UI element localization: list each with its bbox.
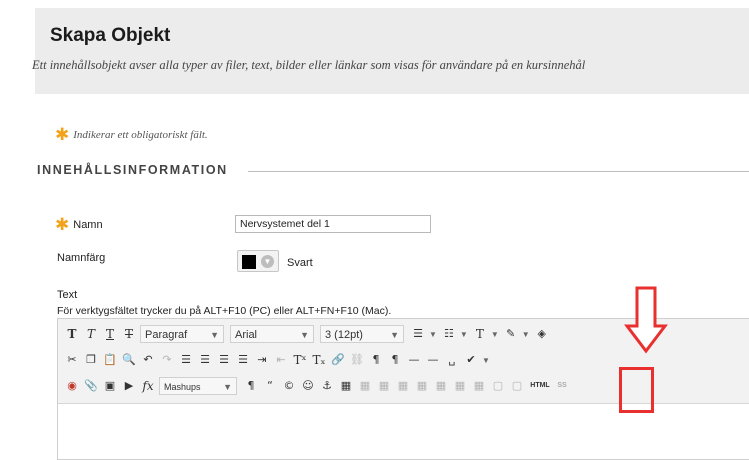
- text-color-icon[interactable]: T: [472, 325, 488, 343]
- section-title: INNEHÅLLSINFORMATION: [37, 163, 228, 177]
- table-cell-icon[interactable]: ▢: [490, 377, 506, 395]
- copy-icon[interactable]: ❐: [83, 351, 99, 369]
- mashups-select-value: Mashups: [164, 382, 201, 392]
- font-size-select[interactable]: 3 (12pt) ▼: [320, 325, 404, 343]
- html-button[interactable]: HTML: [528, 377, 552, 395]
- anchor-icon[interactable]: ⚓: [319, 377, 335, 395]
- text-label: Text: [57, 289, 78, 301]
- horizontal-rule-icon[interactable]: —: [406, 351, 422, 369]
- align-center-icon[interactable]: ☰: [197, 351, 213, 369]
- name-label: ✱ Namn: [55, 215, 103, 235]
- name-color-label: Namnfärg: [57, 252, 106, 264]
- table-props-icon[interactable]: ▦: [357, 377, 373, 395]
- required-note-text: Indikerar ett obligatoriskt fält.: [73, 129, 208, 141]
- redo-icon[interactable]: ↷: [159, 351, 175, 369]
- outdent-icon[interactable]: ⇤: [273, 351, 289, 369]
- chevron-down-icon[interactable]: ▼: [429, 330, 437, 339]
- spellcheck-icon[interactable]: ✔: [463, 351, 479, 369]
- font-size-select-value: 3 (12pt): [325, 329, 363, 341]
- paragraph-mark-icon[interactable]: ¶: [243, 377, 259, 395]
- name-input[interactable]: [235, 215, 431, 233]
- font-select-value: Arial: [235, 329, 258, 341]
- name-label-text: Namn: [73, 219, 103, 231]
- required-field-note: ✱ Indikerar ett obligatoriskt fält.: [55, 125, 208, 145]
- find-icon[interactable]: 🔍: [121, 351, 137, 369]
- table-insert-col-icon[interactable]: ▦: [414, 377, 430, 395]
- cut-icon[interactable]: ✂: [64, 351, 80, 369]
- page-title: Skapa Objekt: [50, 25, 171, 46]
- unlink-icon[interactable]: ⛓: [349, 351, 365, 369]
- required-star-icon: ✱: [55, 215, 70, 235]
- table-delete-col-icon[interactable]: ▦: [433, 377, 449, 395]
- down-arrow-icon: [624, 286, 668, 354]
- image-icon[interactable]: ▣: [102, 377, 118, 395]
- underline-icon[interactable]: T: [102, 325, 118, 343]
- required-star-icon: ✱: [55, 125, 70, 145]
- emoticon-icon[interactable]: ☺: [300, 377, 316, 395]
- ltr-icon[interactable]: ¶: [368, 351, 384, 369]
- eraser-icon[interactable]: ◈: [534, 325, 550, 343]
- indent-icon[interactable]: ⇥: [254, 351, 270, 369]
- chevron-down-icon: ▼: [300, 330, 309, 340]
- nonbreaking-space-icon[interactable]: ␣: [444, 351, 460, 369]
- toolbar-row-3: ◉ 📎 ▣ ▶ fx Mashups ▼ ¶ “ © ☺ ⚓ ▦ ▦ ▦ ▦ ▦ …: [64, 375, 572, 397]
- numbered-list-icon[interactable]: ☷: [441, 325, 457, 343]
- highlight-pen-icon[interactable]: ✎: [503, 325, 519, 343]
- highlight-box: [619, 367, 654, 413]
- chevron-down-icon[interactable]: ▼: [460, 330, 468, 339]
- line-icon[interactable]: —: [425, 351, 441, 369]
- toolbar-hint: För verktygsfältet trycker du på ALT+F10…: [57, 305, 392, 317]
- formula-icon[interactable]: fx: [140, 377, 156, 395]
- align-justify-icon[interactable]: ☰: [235, 351, 251, 369]
- italic-icon[interactable]: T: [83, 325, 99, 343]
- toolbar-row-2: ✂ ❐ 📋 🔍 ↶ ↷ ☰ ☰ ☰ ☰ ⇥ ⇤ Tˣ Tₓ 🔗 ⛓ ¶ ¶ — …: [64, 349, 494, 371]
- chevron-down-icon[interactable]: ▼: [482, 356, 490, 365]
- align-left-icon[interactable]: ☰: [178, 351, 194, 369]
- table-icon[interactable]: ▦: [338, 377, 354, 395]
- toolbar-row-1: T T T T Paragraf ▼ Arial ▼ 3 (12pt) ▼ ☰ ▼ ☷ ▼…: [64, 323, 553, 345]
- chevron-down-icon: ▼: [390, 330, 399, 340]
- table-split-icon[interactable]: ▦: [452, 377, 468, 395]
- chevron-down-icon: ▼: [261, 255, 274, 268]
- chevron-down-icon[interactable]: ▼: [522, 330, 530, 339]
- color-swatch: [242, 255, 256, 269]
- attachment-icon[interactable]: 📎: [83, 377, 99, 395]
- font-select[interactable]: Arial ▼: [230, 325, 314, 343]
- chevron-down-icon: ▼: [210, 330, 219, 340]
- table-insert-row-icon[interactable]: ▦: [376, 377, 392, 395]
- subscript-icon[interactable]: Tₓ: [311, 351, 327, 369]
- color-value: Svart: [287, 257, 313, 269]
- section-divider: [248, 171, 749, 172]
- mashups-select[interactable]: Mashups ▼: [159, 377, 237, 395]
- copyright-icon[interactable]: ©: [281, 377, 297, 395]
- record-icon[interactable]: ◉: [64, 377, 80, 395]
- chevron-down-icon[interactable]: ▼: [491, 330, 499, 339]
- align-right-icon[interactable]: ☰: [216, 351, 232, 369]
- paragraph-select-value: Paragraf: [145, 329, 188, 341]
- table-row-icon[interactable]: ▢: [509, 377, 525, 395]
- page-subtitle: Ett innehållsobjekt avser alla typer av …: [32, 58, 586, 72]
- page-header: Skapa Objekt Ett innehållsobjekt avser a…: [32, 8, 749, 94]
- table-delete-row-icon[interactable]: ▦: [395, 377, 411, 395]
- color-picker-button[interactable]: ▼: [237, 250, 279, 272]
- media-icon[interactable]: ▶: [121, 377, 137, 395]
- bullet-list-icon[interactable]: ☰: [410, 325, 426, 343]
- paste-icon[interactable]: 📋: [102, 351, 118, 369]
- undo-icon[interactable]: ↶: [140, 351, 156, 369]
- strikethrough-icon[interactable]: T: [121, 325, 137, 343]
- rtl-icon[interactable]: ¶: [387, 351, 403, 369]
- link-icon[interactable]: 🔗: [330, 351, 346, 369]
- bold-icon[interactable]: T: [64, 325, 80, 343]
- chevron-down-icon: ▼: [223, 382, 232, 392]
- paragraph-select[interactable]: Paragraf ▼: [140, 325, 224, 343]
- table-merge-icon[interactable]: ▦: [471, 377, 487, 395]
- superscript-icon[interactable]: Tˣ: [292, 351, 308, 369]
- css-button[interactable]: SS: [555, 377, 569, 395]
- quote-icon[interactable]: “: [262, 377, 278, 395]
